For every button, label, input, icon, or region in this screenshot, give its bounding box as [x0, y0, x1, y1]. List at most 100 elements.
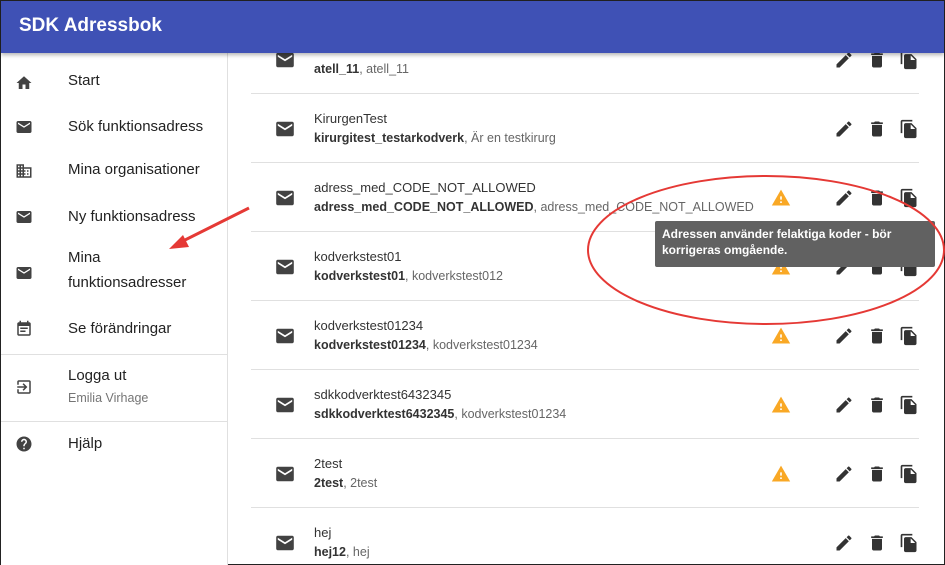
address-title: hej	[314, 525, 332, 540]
mail-icon	[275, 190, 295, 206]
address-id: atell_11	[314, 62, 360, 76]
help-icon	[15, 435, 33, 453]
mail-icon	[275, 535, 295, 551]
logout-icon	[15, 378, 33, 396]
mail-icon	[15, 118, 33, 136]
address-id: kodverkstest01234	[314, 338, 426, 352]
sidebar-item-help[interactable]: Hjälp	[1, 425, 227, 465]
home-icon	[15, 74, 33, 92]
delete-icon[interactable]	[867, 53, 887, 70]
warning-icon[interactable]	[771, 464, 791, 484]
edit-icon[interactable]	[834, 53, 854, 70]
sidebar-item-organizations[interactable]: Mina organisationer	[1, 149, 227, 193]
list-item[interactable]: hej hej12, hej	[251, 508, 919, 565]
delete-icon[interactable]	[867, 464, 887, 484]
copy-icon[interactable]	[899, 533, 919, 553]
sidebar-item-label: Start	[68, 72, 100, 89]
list-item[interactable]: KirurgenTest kirurgitest_testarkodverk, Ä…	[251, 94, 919, 163]
edit-icon[interactable]	[834, 326, 854, 346]
app-bar: SDK Adressbok	[1, 1, 944, 53]
address-title: adress_med_CODE_NOT_ALLOWED	[314, 180, 536, 195]
address-subtitle: 2test, 2test	[314, 476, 377, 490]
business-icon	[15, 162, 33, 180]
sidebar-divider	[1, 421, 227, 422]
copy-icon[interactable]	[899, 119, 919, 139]
copy-icon[interactable]	[899, 464, 919, 484]
sidebar-item-search[interactable]: Sök funktionsadress	[1, 105, 227, 147]
warning-icon[interactable]	[771, 326, 791, 346]
address-description: , kodverkstest012	[405, 269, 503, 283]
address-description: , Är en testkirurg	[464, 131, 556, 145]
mail-icon	[275, 259, 295, 275]
edit-icon[interactable]	[834, 533, 854, 553]
mail-icon	[275, 397, 295, 413]
address-description: , kodverkstest01234	[425, 338, 538, 352]
sidebar: Start Sök funktionsadress Mina organisat…	[1, 53, 228, 565]
copy-icon[interactable]	[899, 53, 919, 70]
delete-icon[interactable]	[867, 395, 887, 415]
sidebar-item-label: Mina organisationer	[68, 161, 200, 178]
sidebar-item-label-line1: Mina	[68, 249, 101, 266]
copy-icon[interactable]	[899, 395, 919, 415]
address-list: atell_11, atell_11 KirurgenTest kirurgites…	[229, 53, 944, 565]
address-id: hej12	[314, 545, 346, 559]
address-subtitle: kirurgitest_testarkodverk, Är en testkir…	[314, 131, 556, 145]
address-description: , hej	[345, 545, 370, 559]
logged-in-user: Emilia Virhage	[68, 391, 149, 405]
address-title: KirurgenTest	[314, 111, 387, 126]
tooltip-line1: Adressen använder felaktiga koder - bör	[662, 227, 892, 241]
delete-icon[interactable]	[867, 188, 887, 208]
address-subtitle: kodverkstest01, kodverkstest012	[314, 269, 503, 283]
app-title: SDK Adressbok	[19, 15, 162, 36]
list-item[interactable]: atell_11, atell_11	[251, 53, 919, 94]
list-item[interactable]: kodverkstest01234 kodverkstest01234, kodv…	[251, 301, 919, 370]
warning-icon[interactable]	[771, 188, 791, 208]
edit-icon[interactable]	[834, 188, 854, 208]
address-subtitle: atell_11, atell_11	[314, 62, 409, 76]
mail-icon	[15, 264, 33, 282]
copy-icon[interactable]	[899, 326, 919, 346]
sidebar-item-start[interactable]: Start	[1, 61, 227, 101]
edit-icon[interactable]	[834, 464, 854, 484]
address-subtitle: sdkkodverktest6432345, kodverkstest01234	[314, 407, 566, 421]
delete-icon[interactable]	[867, 119, 887, 139]
address-title: kodverkstest01234	[314, 318, 424, 333]
sidebar-item-new-address[interactable]: Ny funktionsadress	[1, 195, 227, 239]
address-title: sdkkodverktest6432345	[314, 387, 452, 402]
delete-icon[interactable]	[867, 326, 887, 346]
sidebar-item-label: Se förändringar	[68, 320, 172, 337]
address-id: 2test	[314, 476, 344, 490]
address-description: , kodverkstest01234	[454, 407, 567, 421]
mail-icon	[275, 53, 295, 68]
sidebar-item-label-line2: funktionsadresser	[68, 274, 187, 291]
sidebar-divider	[1, 354, 227, 355]
sidebar-item-label: Sök funktionsadress	[68, 118, 204, 135]
address-subtitle: adress_med_CODE_NOT_ALLOWED, adress_med_…	[314, 200, 754, 214]
sidebar-item-label: Logga ut	[68, 367, 127, 384]
address-id: adress_med_CODE_NOT_ALLOWED	[314, 200, 534, 214]
list-item[interactable]: 2test 2test, 2test	[251, 439, 919, 508]
address-id: kodverkstest01	[314, 269, 406, 283]
sidebar-item-changes[interactable]: Se förändringar	[1, 309, 227, 351]
edit-icon[interactable]	[834, 395, 854, 415]
edit-icon[interactable]	[834, 119, 854, 139]
sidebar-item-label: Hjälp	[68, 435, 103, 452]
address-id: sdkkodverktest6432345	[314, 407, 455, 421]
event-note-icon	[15, 320, 33, 338]
mail-icon	[275, 466, 295, 482]
address-subtitle: kodverkstest01234, kodverkstest01234	[314, 338, 538, 352]
list-item[interactable]: sdkkodverktest6432345 sdkkodverktest64323…	[251, 370, 919, 439]
tooltip-line2: korrigeras omgående.	[662, 243, 788, 257]
mail-icon	[275, 328, 295, 344]
sidebar-item-logout[interactable]: Logga ut Emilia Virhage	[1, 359, 227, 419]
address-description: , atell_11	[359, 62, 409, 76]
mail-icon	[15, 208, 33, 226]
delete-icon[interactable]	[867, 533, 887, 553]
sidebar-item-my-addresses[interactable]: Mina funktionsadresser	[1, 243, 227, 303]
warning-tooltip: Adressen använder felaktiga koder - bör …	[655, 221, 935, 267]
mail-icon	[275, 121, 295, 137]
copy-icon[interactable]	[899, 188, 919, 208]
address-description: , 2test	[343, 476, 378, 490]
address-title: 2test	[314, 456, 343, 471]
warning-icon[interactable]	[771, 395, 791, 415]
